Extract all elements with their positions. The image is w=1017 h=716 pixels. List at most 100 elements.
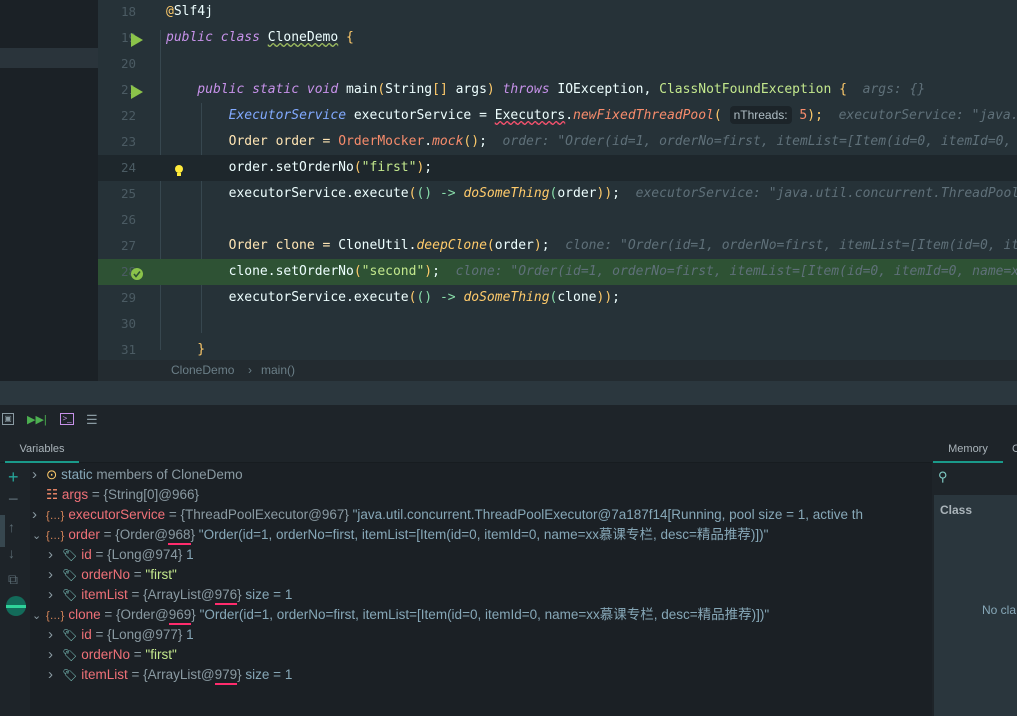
code-line[interactable]: 31 } (98, 337, 1017, 360)
line-number[interactable]: 26 (98, 207, 136, 233)
code-line[interactable]: 25 executorService.execute(() -> doSomeT… (98, 181, 1017, 207)
parameter-hint: nThreads: (729, 106, 792, 124)
line-number[interactable]: 25 (98, 181, 136, 207)
code-token: ); (807, 108, 823, 123)
code-line[interactable]: 27 Order clone = CloneUtil.deepClone(ord… (98, 233, 1017, 259)
line-number[interactable]: 30 (98, 311, 136, 337)
code-line[interactable]: 19 public class CloneDemo { (98, 25, 1017, 51)
equals-sign: = (130, 567, 146, 582)
add-watch-icon[interactable]: + (8, 467, 19, 488)
chevron-down-icon[interactable]: ⌄ (32, 606, 46, 626)
code-line[interactable]: 21 public static void main(String[] args… (98, 77, 1017, 103)
equals-sign: = (130, 647, 146, 662)
breadcrumb-method[interactable]: main() (261, 360, 295, 381)
variable-value: size = 1 (241, 587, 293, 602)
variable-name: clone (68, 607, 101, 622)
line-number[interactable]: 31 (98, 337, 136, 360)
variable-row[interactable]: › 🏷 itemList = {ArrayList@976} size = 1 (48, 585, 292, 605)
chevron-right-icon[interactable]: › (32, 505, 46, 525)
restore-layout-icon[interactable]: ▣ (2, 413, 14, 425)
variable-row[interactable]: › ⊙ static members of CloneDemo (32, 465, 243, 485)
chevron-right-icon[interactable]: › (48, 585, 62, 605)
variable-row[interactable]: › 🏷 orderNo = "first" (48, 645, 177, 665)
variable-name: orderNo (81, 647, 131, 662)
variable-row[interactable]: ⌄ {…} order = {Order@968} "Order(id=1, ord… (32, 525, 768, 545)
code-token: throws (502, 82, 558, 97)
run-icon[interactable] (130, 83, 144, 99)
object-id-highlighted: 979 (214, 666, 238, 685)
console-icon[interactable]: >_ (60, 413, 74, 425)
line-number[interactable]: 18 (98, 0, 136, 25)
code-line[interactable]: 18 @Slf4j (98, 0, 1017, 25)
glasses-icon[interactable]: ▬▬ (6, 596, 26, 616)
code-token: executorService = (346, 108, 495, 123)
variable-row[interactable]: › 🏷 orderNo = "first" (48, 565, 177, 585)
run-icon[interactable] (130, 31, 144, 47)
code-token: clone.setOrderNo (166, 264, 354, 279)
breadcrumb-class[interactable]: CloneDemo (171, 360, 234, 381)
code-line[interactable]: 23 Order order = OrderMocker.mock(); ord… (98, 129, 1017, 155)
inline-debug-value: order: "Order(id=1, orderNo=first, itemL… (486, 134, 1017, 149)
code-line[interactable]: 29 executorService.execute(() -> doSomeT… (98, 285, 1017, 311)
project-panel (0, 0, 98, 381)
code-token: . (424, 134, 433, 149)
arrow-down-icon[interactable]: ↓ (8, 545, 15, 561)
code-line[interactable]: 20 (98, 51, 1017, 77)
line-number[interactable]: 27 (98, 233, 136, 259)
layout-settings-icon[interactable]: ☰ (86, 413, 98, 427)
breakpoint-check-icon[interactable] (130, 265, 144, 280)
arrow-up-icon[interactable]: ↑ (8, 519, 15, 535)
line-number[interactable]: 23 (98, 129, 136, 155)
code-token: "second" (361, 264, 425, 279)
line-number[interactable]: 29 (98, 285, 136, 311)
code-token: )) (596, 186, 613, 201)
tab-variables[interactable]: Variables (5, 435, 79, 463)
code-token: main (346, 82, 378, 97)
tab-overflow[interactable]: C (1012, 435, 1017, 464)
resume-icon[interactable]: ▶▶| (27, 413, 47, 427)
object-id-highlighted: 969 (168, 606, 192, 625)
class-column-header[interactable]: Class (940, 503, 972, 517)
code-line[interactable]: 28 clone.setOrderNo("second"); clone: "O… (98, 259, 1017, 285)
code-editor[interactable]: 18 @Slf4j 19 public class CloneDemo {20 21 p… (98, 0, 1017, 360)
code-token: [] (432, 82, 456, 97)
code-line[interactable]: 22 ExecutorService executorService = Exe… (98, 103, 1017, 129)
variable-row[interactable]: ☷ args = {String[0]@966} (32, 485, 199, 505)
chevron-right-icon[interactable]: › (48, 625, 62, 645)
code-line[interactable]: 24 order.setOrderNo("first"); (98, 155, 1017, 181)
code-token: Executors (494, 108, 566, 123)
chevron-right-icon[interactable]: › (48, 545, 62, 565)
line-number[interactable]: 22 (98, 103, 136, 129)
code-token: public static void (166, 82, 347, 97)
line-number[interactable]: 24 (98, 155, 136, 181)
chevron-right-icon[interactable]: › (48, 565, 62, 585)
line-number[interactable]: 20 (98, 51, 136, 77)
variable-row[interactable]: › 🏷 itemList = {ArrayList@979} size = 1 (48, 665, 292, 685)
inline-debug-value: executorService: "java.util.concurrent.T… (838, 108, 1017, 123)
chevron-down-icon[interactable]: ⌄ (32, 526, 46, 546)
code-token: ; (541, 238, 550, 253)
code-line[interactable]: 26 (98, 207, 1017, 233)
code-token: args (455, 82, 487, 97)
project-selected-row[interactable] (0, 48, 98, 68)
variable-name: itemList (81, 587, 128, 602)
code-token: ) (533, 238, 542, 253)
chevron-right-icon[interactable]: › (32, 465, 46, 485)
code-line[interactable]: 30 (98, 311, 1017, 337)
search-icon[interactable]: ⚲ (938, 469, 948, 485)
panel-divider[interactable] (0, 381, 1017, 405)
inline-debug-value: args: {} (846, 82, 926, 97)
scrollbar[interactable] (0, 515, 5, 547)
variable-row[interactable]: › {…} executorService = {ThreadPoolExecuto… (32, 505, 863, 525)
variable-row[interactable]: ⌄ {…} clone = {Order@969} "Order(id=1, ord… (32, 605, 769, 625)
inline-debug-value: clone: "Order(id=1, orderNo=first, itemL… (549, 238, 1017, 253)
remove-watch-icon[interactable]: − (8, 489, 19, 510)
chevron-right-icon[interactable]: › (48, 665, 62, 685)
copy-icon[interactable]: ⧉ (8, 571, 18, 588)
tab-memory[interactable]: Memory (933, 435, 1003, 463)
chevron-right-icon[interactable]: › (48, 645, 62, 665)
variable-row[interactable]: › 🏷 id = {Long@974} 1 (48, 545, 194, 565)
code-token: ( (353, 160, 362, 175)
variable-row[interactable]: › 🏷 id = {Long@977} 1 (48, 625, 194, 645)
